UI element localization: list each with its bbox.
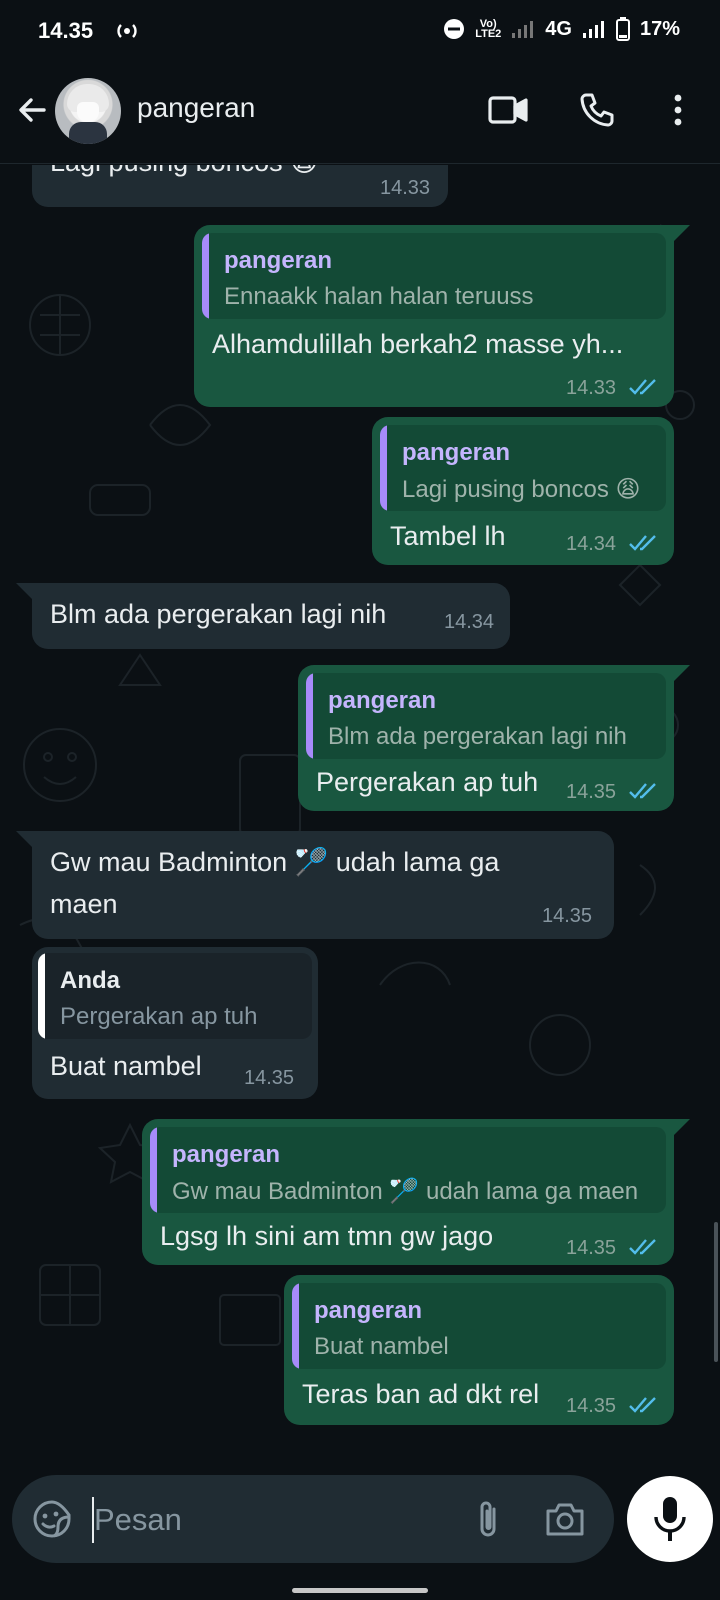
- quote-bar: [306, 673, 313, 759]
- quoted-message[interactable]: pangeran Buat nambel: [292, 1283, 666, 1369]
- message-input[interactable]: [94, 1497, 454, 1543]
- quote-text: Blm ada pergerakan lagi nih: [328, 723, 627, 750]
- video-call-icon[interactable]: [487, 92, 529, 128]
- quote-author: pangeran: [314, 1297, 423, 1324]
- message-text: Blm ada pergerakan lagi nih: [50, 599, 387, 629]
- message-time: 14.35: [566, 1237, 617, 1259]
- quote-bar: [202, 233, 209, 319]
- message-bubble-outgoing[interactable]: pangeran Lagi pusing boncos 😩 Tambel lh …: [372, 417, 674, 565]
- contact-name[interactable]: pangeran: [137, 92, 255, 124]
- sticker-icon[interactable]: [32, 1499, 72, 1539]
- message-time: 14.33: [380, 177, 431, 199]
- quote-text: Lagi pusing boncos 😩: [402, 476, 641, 503]
- read-ticks-icon: [629, 783, 656, 799]
- message-time: 14.33: [566, 377, 617, 399]
- message-bubble-incoming[interactable]: Anda Pergerakan ap tuh Buat nambel 14.35: [32, 947, 318, 1099]
- quote-text: Gw mau Badminton 🏸 udah lama ga maen: [172, 1178, 639, 1205]
- phone-icon[interactable]: [578, 91, 616, 129]
- quote-bar: [38, 953, 45, 1039]
- quote-author: pangeran: [224, 247, 333, 274]
- message-time: 14.35: [566, 781, 617, 803]
- quoted-message[interactable]: pangeran Lagi pusing boncos 😩: [380, 425, 666, 511]
- message-text: Tambel lh: [390, 521, 506, 551]
- battery-level: 17%: [639, 17, 680, 40]
- read-ticks-icon: [629, 1239, 656, 1255]
- hotspot-icon: [117, 24, 137, 38]
- read-ticks-icon: [629, 1397, 656, 1413]
- message-text: Teras ban ad dkt rel: [302, 1379, 540, 1409]
- signal-icon: [582, 21, 604, 38]
- message-text: Pergerakan ap tuh: [316, 767, 539, 797]
- message-text: Buat nambel: [50, 1051, 202, 1081]
- quote-text: Ennaakk halan halan teruuss: [224, 283, 534, 310]
- message-composer: [12, 1475, 614, 1563]
- message-bubble-outgoing[interactable]: pangeran Gw mau Badminton 🏸 udah lama ga…: [142, 1119, 690, 1265]
- quoted-message[interactable]: pangeran Blm ada pergerakan lagi nih: [306, 673, 666, 759]
- message-bubble-incoming[interactable]: Gw mau Badminton 🏸 udah lama ga maen 14.…: [16, 831, 614, 939]
- quoted-message[interactable]: pangeran Ennaakk halan halan teruuss: [202, 233, 666, 319]
- message-time: 14.34: [444, 611, 495, 633]
- quote-bar: [150, 1127, 157, 1213]
- dnd-icon: [444, 19, 465, 39]
- quote-text: Buat nambel: [314, 1333, 449, 1360]
- message-time: 14.34: [566, 533, 617, 555]
- status-time: 14.35: [38, 18, 94, 43]
- quote-author: pangeran: [328, 687, 437, 714]
- avatar[interactable]: [55, 78, 121, 144]
- message-text: Alhamdulillah berkah2 masse yh...: [212, 329, 624, 359]
- message-time: 14.35: [542, 905, 593, 927]
- quote-author: pangeran: [402, 439, 511, 466]
- status-icons: Vo) LTE2 4G 17%: [443, 17, 680, 41]
- message-bubble-incoming[interactable]: Lagi pusing boncos 😩 14.33: [32, 165, 448, 207]
- camera-icon[interactable]: [544, 1499, 586, 1539]
- quote-bar: [380, 425, 387, 511]
- scrollbar[interactable]: [714, 1222, 718, 1362]
- chat-header: pangeran: [0, 62, 720, 164]
- chat-area[interactable]: Lagi pusing boncos 😩 14.33 pangeran Enna…: [0, 165, 720, 1465]
- battery-icon: [615, 17, 630, 41]
- message-bubble-outgoing[interactable]: pangeran Buat nambel Teras ban ad dkt re…: [284, 1275, 674, 1425]
- signal-weak-icon: [512, 21, 534, 38]
- quoted-message[interactable]: pangeran Gw mau Badminton 🏸 udah lama ga…: [150, 1127, 666, 1213]
- read-ticks-icon: [629, 535, 656, 551]
- message-text: Gw mau Badminton 🏸 udah lama ga maen: [50, 847, 500, 919]
- volte-indicator: Vo) LTE2: [475, 18, 502, 40]
- quoted-message[interactable]: Anda Pergerakan ap tuh: [38, 953, 312, 1039]
- message-bubble-outgoing[interactable]: pangeran Ennaakk halan halan teruuss Alh…: [194, 225, 690, 407]
- message-text: Lgsg lh sini am tmn gw jago: [160, 1221, 494, 1251]
- mic-button[interactable]: [627, 1476, 713, 1562]
- more-vert-icon[interactable]: [668, 92, 688, 128]
- quote-author: Anda: [60, 967, 120, 994]
- network-type: 4G: [545, 17, 572, 40]
- message-time: 14.35: [244, 1067, 295, 1089]
- message-bubble-incoming[interactable]: Blm ada pergerakan lagi nih 14.34: [16, 583, 510, 649]
- quote-author: pangeran: [172, 1141, 281, 1168]
- gesture-nav-handle[interactable]: [292, 1588, 428, 1593]
- back-arrow-icon[interactable]: [14, 92, 50, 128]
- attach-icon[interactable]: [470, 1499, 506, 1541]
- message-text: Lagi pusing boncos 😩: [50, 165, 318, 178]
- status-bar: 14.35 Vo) LTE2 4G 17%: [0, 0, 720, 62]
- quote-bar: [292, 1283, 299, 1369]
- message-time: 14.35: [566, 1395, 617, 1417]
- mic-icon: [654, 1497, 686, 1541]
- read-ticks-icon: [629, 379, 656, 395]
- quote-text: Pergerakan ap tuh: [60, 1003, 258, 1030]
- message-bubble-outgoing[interactable]: pangeran Blm ada pergerakan lagi nih Per…: [298, 665, 690, 811]
